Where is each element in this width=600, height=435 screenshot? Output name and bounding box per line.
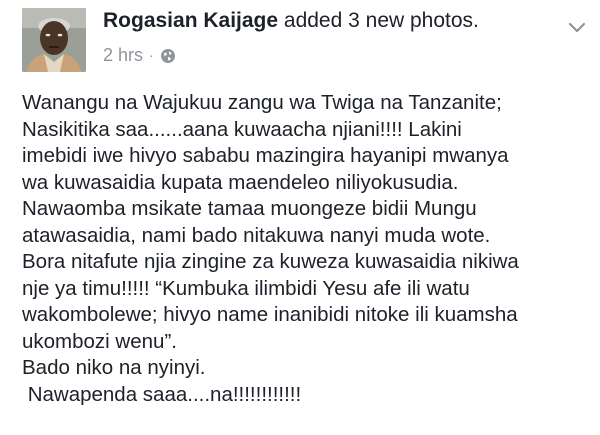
profile-photo xyxy=(22,8,86,72)
post-line: Nasikitika saa......aana kuwaacha njiani… xyxy=(22,117,462,141)
avatar[interactable] xyxy=(22,8,86,72)
post-line: Nawapenda saaa....na!!!!!!!!!!!! xyxy=(22,382,302,406)
post-line: ukombozi wenu”. xyxy=(22,329,177,353)
post-header: Rogasian Kaijage added 3 new photos. 2 h… xyxy=(103,8,560,66)
post-headline: Rogasian Kaijage added 3 new photos. xyxy=(103,8,560,34)
post-action: added 3 new photos. xyxy=(278,9,479,32)
post-line: Wanangu na Wajukuu zangu wa Twiga na Tan… xyxy=(22,91,502,114)
author-name[interactable]: Rogasian Kaijage xyxy=(103,9,278,32)
post-line: Bado niko na nyinyi. xyxy=(22,356,206,379)
post-line: imebidi iwe hivyo sababu mazingira hayan… xyxy=(22,144,509,167)
timestamp[interactable]: 2 hrs xyxy=(103,44,143,66)
post-line: wa kuwasaidia kupata maendeleo niliyokus… xyxy=(22,170,459,194)
facebook-post: Rogasian Kaijage added 3 new photos. 2 h… xyxy=(0,0,600,435)
post-line: atawasaidia, nami bado nitakuwa nanyi mu… xyxy=(22,223,491,247)
chevron-down-icon[interactable] xyxy=(568,22,586,34)
post-body: Wanangu na Wajukuu zangu wa Twiga na Tan… xyxy=(22,90,592,408)
post-line: Nawaomba msikate tamaa muongeze bidii Mu… xyxy=(22,197,477,220)
post-line: wakombolewe; hivyo name inanibidi nitoke… xyxy=(22,303,518,326)
meta-separator: · xyxy=(149,47,154,63)
post-line: nje ya timu!!!!! “Kumbuka ilimbidi Yesu … xyxy=(22,276,470,300)
post-line: Bora nitafute njia zingine za kuweza kuw… xyxy=(22,250,519,273)
globe-icon[interactable] xyxy=(160,47,176,63)
post-meta: 2 hrs · xyxy=(103,44,560,66)
